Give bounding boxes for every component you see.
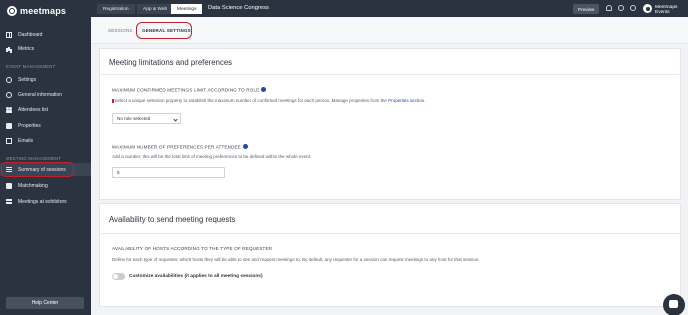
sidebar-item-label: Properties xyxy=(18,122,41,129)
properties-section-link[interactable]: Properties section xyxy=(388,98,424,103)
highlight-annotation xyxy=(1,162,74,177)
tab-registration[interactable]: Registration xyxy=(97,4,135,14)
info-icon xyxy=(6,91,12,98)
field-helper: Define for each type of requester, which… xyxy=(112,257,480,262)
event-title: Data Science Congress xyxy=(208,5,269,11)
sidebar-item-label: Matchmaking xyxy=(18,182,48,189)
helper-text: Select a unique selection property to es… xyxy=(114,98,387,103)
section-label-event-management: EVENT MANAGEMENT xyxy=(6,64,56,69)
tag-icon xyxy=(6,122,12,129)
sidebar-item-label: General information xyxy=(18,91,62,98)
users-icon xyxy=(6,106,12,113)
sidebar-item-settings[interactable]: Settings xyxy=(0,73,91,86)
sidebar-item-label: Emails xyxy=(18,137,34,144)
settings-icon[interactable] xyxy=(630,5,636,11)
section-label-meeting-management: MEETING MANAGEMENT xyxy=(6,156,62,161)
chat-icon[interactable] xyxy=(663,294,685,315)
role-select[interactable]: No role selected xyxy=(112,113,181,124)
sidebar-item-general-information[interactable]: General information xyxy=(0,88,91,101)
metrics-icon xyxy=(6,46,12,52)
info-icon[interactable] xyxy=(242,144,248,149)
divider xyxy=(100,233,680,234)
help-center-button[interactable]: Help Center xyxy=(6,297,84,309)
sidebar-item-label: Meetings at exhibitors xyxy=(18,198,67,205)
highlight-annotation xyxy=(136,22,192,39)
dashboard-icon xyxy=(6,31,12,38)
bell-icon[interactable] xyxy=(606,5,612,11)
sidebar-item-label: Metrics xyxy=(18,45,35,52)
select-value: No role selected xyxy=(117,116,151,121)
chevron-down-icon xyxy=(173,116,178,122)
info-icon[interactable] xyxy=(261,87,267,92)
meetmaps-logo-icon xyxy=(7,6,17,16)
preview-button[interactable]: Preview xyxy=(573,4,600,14)
field-label-text: MAXIMUM CONFIRMED MEETINGS LIMIT ACCORDI… xyxy=(112,87,260,93)
matchmaking-icon xyxy=(6,182,12,189)
tab-sessions[interactable]: SESSIONS xyxy=(108,28,133,33)
avatar[interactable] xyxy=(643,4,652,13)
gear-icon xyxy=(6,76,12,83)
sidebar-item-emails[interactable]: Emails xyxy=(0,134,91,147)
sidebar-item-label: Settings xyxy=(18,76,37,83)
field-helper: Select a unique selection property to es… xyxy=(112,98,425,103)
customize-availabilities-toggle[interactable] xyxy=(112,273,125,280)
sidebar-item-meetings-at-exhibitors[interactable]: Meetings at exhibitors xyxy=(0,195,91,208)
mail-icon xyxy=(6,137,12,144)
user-name[interactable]: Meetmaps Events xyxy=(655,5,688,15)
help-icon[interactable] xyxy=(618,5,624,11)
sidebar-item-label: Dashboard xyxy=(18,31,43,38)
field-label-text: MAXIMUM NUMBER OF PREFERENCES PER ATTEND… xyxy=(112,144,241,150)
field-label: MAXIMUM NUMBER OF PREFERENCES PER ATTEND… xyxy=(112,144,248,150)
exhibitors-icon xyxy=(6,198,12,205)
card-title: Meeting limitations and preferences xyxy=(109,58,233,67)
logo-text: meetmaps xyxy=(20,6,67,16)
tab-app-web[interactable]: App & Web xyxy=(137,4,174,14)
sidebar-item-properties[interactable]: Properties xyxy=(0,119,91,132)
sidebar-item-dashboard[interactable]: Dashboard xyxy=(0,28,91,41)
sidebar-item-attendees-list[interactable]: Attendees list xyxy=(0,103,91,116)
field-helper: Add a number, this will be the total lim… xyxy=(112,154,312,159)
sidebar: meetmaps Dashboard Metrics EVENT MANAGEM… xyxy=(0,0,91,315)
sidebar-item-matchmaking[interactable]: Matchmaking xyxy=(0,179,91,192)
max-preferences-input[interactable]: 5 xyxy=(112,167,225,178)
divider xyxy=(100,74,680,75)
card-title: Availability to send meeting requests xyxy=(109,215,236,224)
topbar: Registration App & Web Meetings Data Sci… xyxy=(91,0,688,17)
toggle-label: Customize availabilities (it applies to … xyxy=(129,274,263,279)
meeting-limitations-card: Meeting limitations and preferences MAXI… xyxy=(99,48,681,200)
field-label: MAXIMUM CONFIRMED MEETINGS LIMIT ACCORDI… xyxy=(112,87,267,93)
logo[interactable]: meetmaps xyxy=(7,6,66,16)
sidebar-item-label: Attendees list xyxy=(18,106,49,113)
availability-card: Availability to send meeting requests AV… xyxy=(99,203,681,307)
sidebar-item-metrics[interactable]: Metrics xyxy=(0,42,91,55)
tab-meetings[interactable]: Meetings xyxy=(171,4,203,14)
field-label: AVAILABILITY OF HOSTS ACCORDING TO THE T… xyxy=(112,246,273,251)
